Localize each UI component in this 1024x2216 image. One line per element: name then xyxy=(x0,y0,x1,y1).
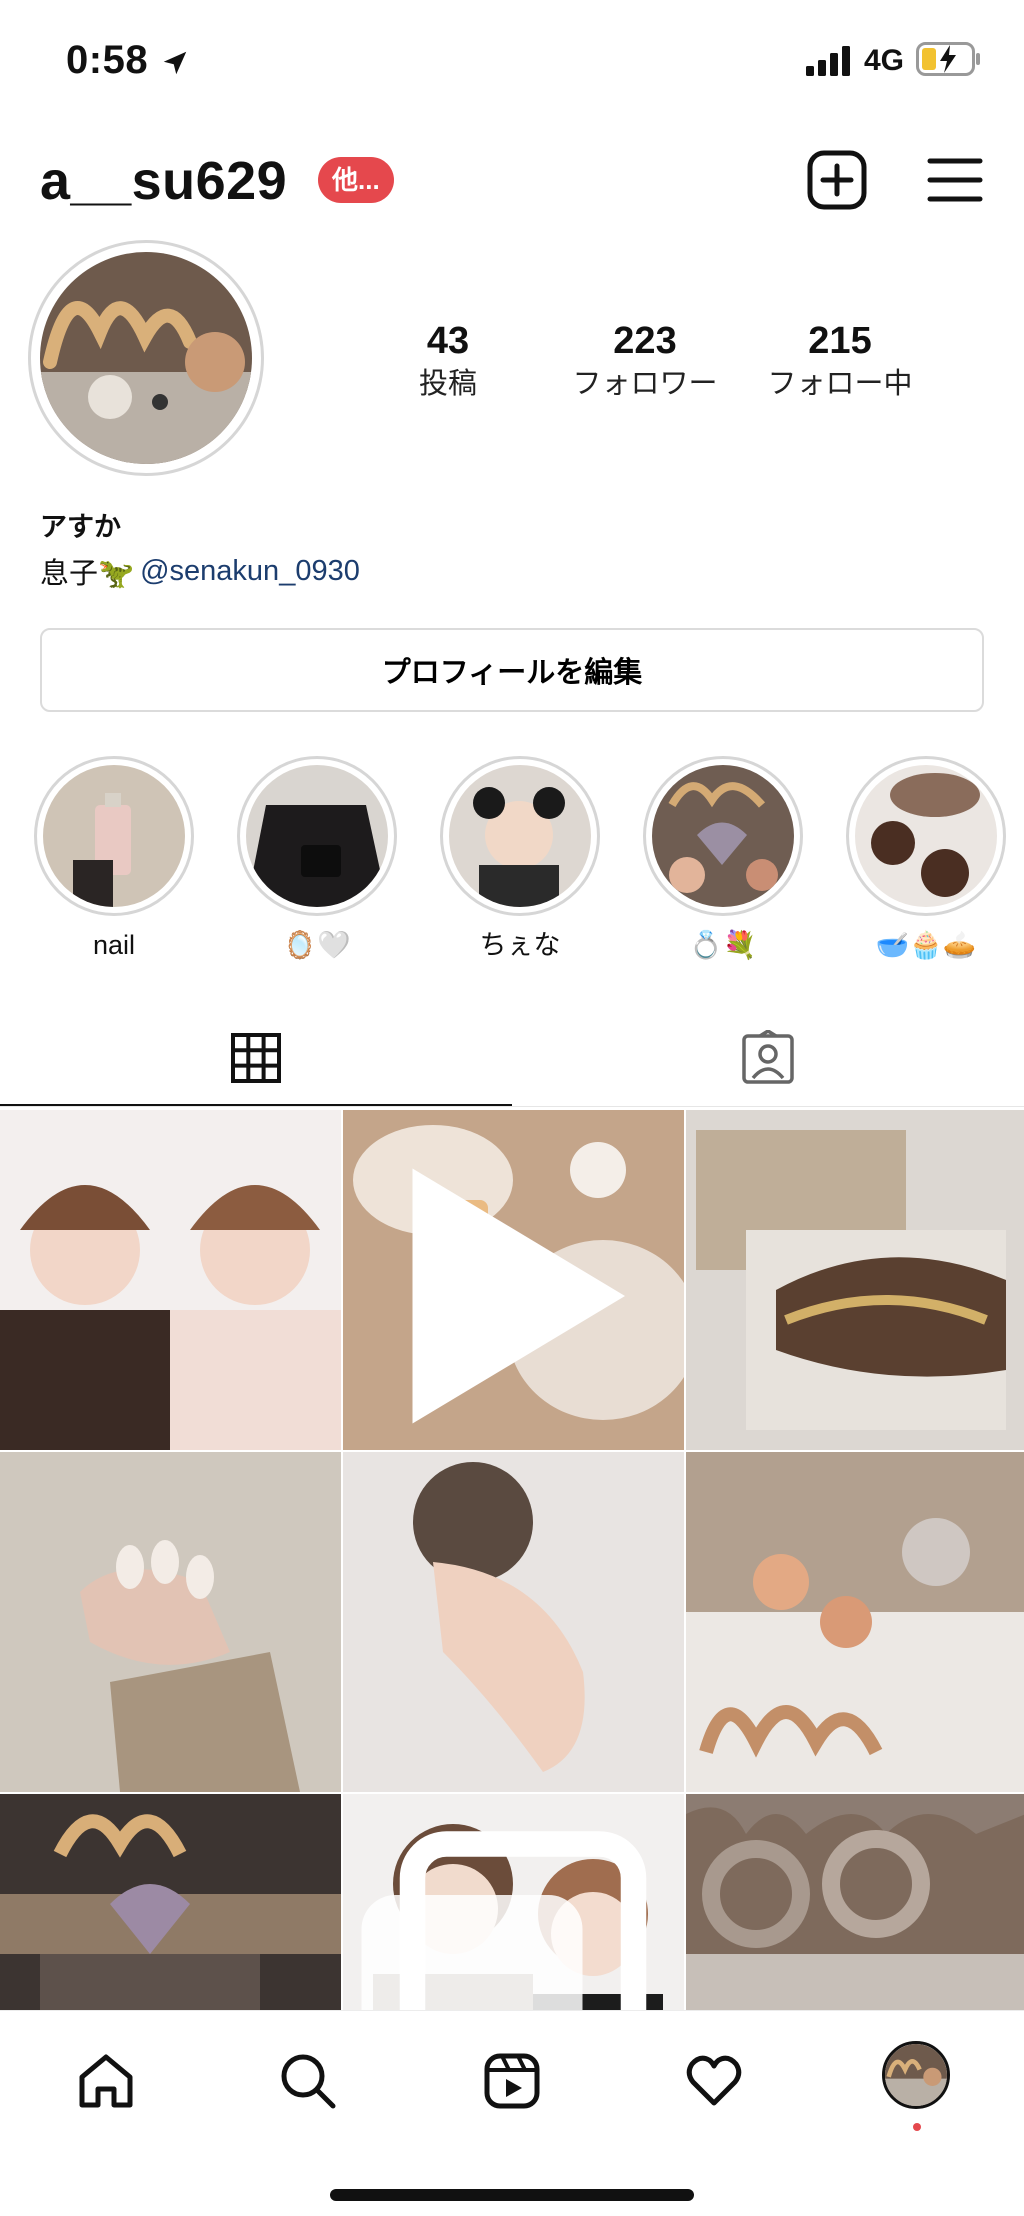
tab-tagged[interactable] xyxy=(512,1010,1024,1106)
highlight-item[interactable]: 💍💐 xyxy=(643,756,803,962)
highlight-cover xyxy=(449,765,591,907)
menu-button[interactable] xyxy=(920,145,990,215)
avatar-image xyxy=(40,252,252,464)
stat-followers[interactable]: 223 フォロワー xyxy=(560,318,730,404)
highlight-label: 🪞🤍 xyxy=(283,930,351,960)
post-thumbnail[interactable] xyxy=(686,1794,1024,2010)
profile-avatar-icon xyxy=(885,2044,947,2106)
highlight-item[interactable]: nail xyxy=(34,756,194,962)
nav-activity[interactable] xyxy=(678,2045,750,2117)
tab-divider xyxy=(0,1106,1024,1107)
post-thumbnail[interactable] xyxy=(343,1794,684,2010)
reel-icon xyxy=(412,1168,625,1424)
location-arrow-icon xyxy=(163,51,187,75)
status-bar: 0:58 4G xyxy=(0,0,1024,120)
stat-following[interactable]: 215 フォロー中 xyxy=(760,318,920,404)
network-type: 4G xyxy=(864,44,905,77)
post-thumbnail[interactable] xyxy=(0,1794,341,2010)
highlight-cover xyxy=(43,765,185,907)
post-thumbnail[interactable] xyxy=(686,1452,1024,1792)
edit-profile-button[interactable]: プロフィールを編集 xyxy=(40,628,984,712)
bottom-nav xyxy=(0,2010,1024,2216)
stat-following-label: フォロー中 xyxy=(767,368,913,400)
signal-icon xyxy=(806,46,850,76)
tagged-person-icon xyxy=(742,1030,794,1084)
nav-profile[interactable] xyxy=(882,2041,950,2109)
bio-text: 息子🦖 xyxy=(40,558,135,590)
profile-username[interactable]: a__su629 xyxy=(40,150,287,212)
highlight-label: nail xyxy=(92,930,136,960)
highlight-label: 💍💐 xyxy=(689,930,757,960)
battery-charging-icon xyxy=(916,42,980,76)
stat-following-count: 215 xyxy=(808,320,872,362)
heart-icon xyxy=(686,2055,742,2106)
stat-followers-count: 223 xyxy=(613,320,677,362)
stat-posts-label: 投稿 xyxy=(418,368,477,400)
highlight-item[interactable]: 🪞🤍 xyxy=(237,756,397,962)
home-icon xyxy=(79,2054,133,2108)
display-name: アすか xyxy=(40,512,121,542)
profile-avatar[interactable] xyxy=(28,240,264,476)
stat-followers-label: フォロワー xyxy=(572,368,718,400)
search-icon xyxy=(281,2054,336,2109)
highlight-cover xyxy=(855,765,997,907)
home-indicator xyxy=(330,2189,694,2201)
highlight-item[interactable]: 🥣🧁🥧 xyxy=(846,756,1006,962)
carousel-icon xyxy=(361,1831,647,2010)
nav-search[interactable] xyxy=(272,2045,344,2117)
post-thumbnail[interactable] xyxy=(0,1452,341,1792)
status-time: 0:58 xyxy=(66,38,149,82)
stat-posts-count: 43 xyxy=(426,320,470,362)
post-thumbnail[interactable] xyxy=(343,1452,684,1792)
posts-grid xyxy=(0,1110,1024,2010)
activity-dot xyxy=(913,2123,921,2131)
post-thumbnail[interactable] xyxy=(0,1110,341,1450)
post-thumbnail[interactable] xyxy=(686,1110,1024,1450)
reels-icon xyxy=(484,2053,540,2109)
nav-reels[interactable] xyxy=(476,2045,548,2117)
hamburger-menu-icon xyxy=(927,158,983,202)
highlight-cover xyxy=(246,765,388,907)
nav-home[interactable] xyxy=(70,2045,142,2117)
add-icon xyxy=(807,150,867,210)
highlight-item[interactable]: ちぇな xyxy=(440,756,600,962)
highlight-cover xyxy=(652,765,794,907)
post-thumbnail[interactable] xyxy=(343,1110,684,1450)
bio: 息子🦖 @senakun_0930 xyxy=(40,550,360,592)
highlight-label: 🥣🧁🥧 xyxy=(875,930,977,960)
tab-posts-grid[interactable] xyxy=(0,1010,512,1106)
bio-mention-link[interactable]: @senakun_0930 xyxy=(140,555,360,588)
highlight-label: ちぇな xyxy=(479,930,561,960)
create-post-button[interactable] xyxy=(802,145,872,215)
account-badge[interactable]: 他... xyxy=(318,157,394,203)
stat-posts: 43 投稿 xyxy=(408,318,488,404)
grid-icon xyxy=(231,1033,281,1083)
